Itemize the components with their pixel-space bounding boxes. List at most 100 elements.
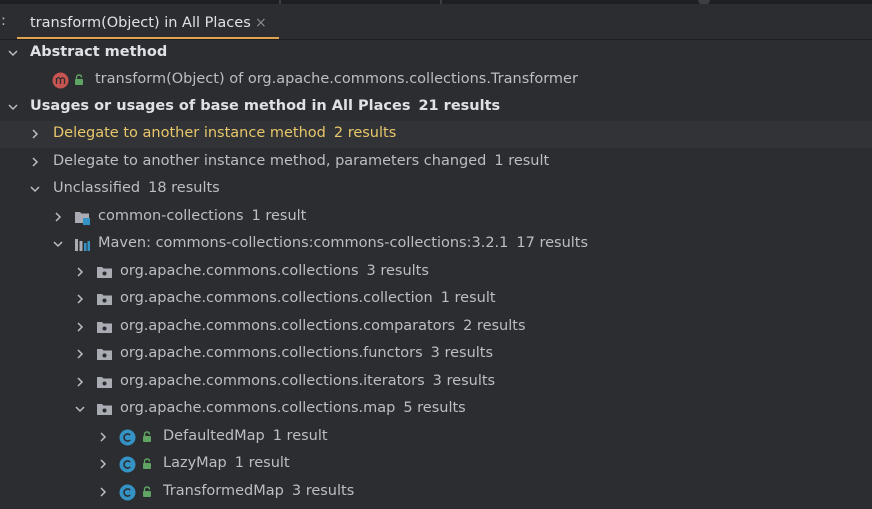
result-count: 1 result [440, 290, 496, 306]
tree-node-label: org.apache.commons.collections 3 results [120, 263, 429, 279]
class-icon [119, 484, 136, 501]
chevron-right-icon[interactable] [52, 211, 64, 223]
tree-node-unclassified[interactable]: Unclassified 18 results [0, 176, 872, 203]
tree-node-text: org.apache.commons.collections.iterators [120, 373, 425, 389]
tab-find-usages[interactable]: transform(Object) in All Places × [17, 8, 279, 39]
tree-node-package[interactable]: org.apache.commons.collections.functors 3… [0, 341, 872, 368]
package-folder-icon [96, 264, 113, 281]
class-icon [119, 456, 136, 473]
tab-label: transform(Object) in All Places [30, 15, 251, 31]
tab-active-indicator [17, 37, 279, 39]
tree-node-label: LazyMap 1 result [163, 455, 290, 471]
tree-node-abstract-item[interactable]: transform(Object) of org.apache.commons.… [0, 67, 872, 94]
tree-node-text: org.apache.commons.collections [120, 263, 359, 279]
package-folder-icon [96, 374, 113, 391]
class-icon [119, 429, 136, 446]
tree-node-text: LazyMap [163, 455, 227, 471]
tree-node-text: Maven: commons-collections:commons-colle… [98, 235, 509, 251]
result-count: 18 results [148, 180, 220, 196]
chevron-right-icon[interactable] [29, 156, 41, 168]
tree-node-text: DefaultedMap [163, 428, 265, 444]
tree-node-label: Abstract method [30, 44, 168, 60]
chevron-right-icon[interactable] [74, 348, 86, 360]
result-count: 1 result [272, 428, 328, 444]
tree-node-usages[interactable]: Usages or usages of base method in All P… [0, 94, 872, 121]
result-count: 1 result [494, 153, 550, 169]
tree-node-label: transform(Object) of org.apache.commons.… [95, 71, 578, 87]
chevron-right-icon[interactable] [29, 128, 41, 140]
tree-node-label: Maven: commons-collections:commons-colle… [98, 235, 588, 251]
package-folder-icon [96, 346, 113, 363]
chevron-right-icon[interactable] [97, 458, 109, 470]
tree-node-class[interactable]: DefaultedMap 1 result [0, 424, 872, 451]
result-count: 1 result [251, 208, 307, 224]
result-count: 3 results [366, 263, 429, 279]
tree-node-label: org.apache.commons.collections.map 5 resu… [120, 400, 466, 416]
tree-node-class[interactable]: TransformedMap 3 results [0, 479, 872, 506]
tree-node-label: Delegate to another instance method, par… [53, 153, 549, 169]
tree-node-text: org.apache.commons.collections.comparato… [120, 318, 456, 334]
result-count: 3 results [291, 483, 355, 499]
package-folder-icon [96, 401, 113, 418]
chevron-down-icon[interactable] [52, 238, 64, 250]
package-folder-icon [96, 291, 113, 308]
tree-node-label: Unclassified 18 results [53, 180, 220, 196]
tab-bar-marker: : [1, 13, 6, 29]
result-count: 21 results [418, 98, 501, 114]
chevron-right-icon[interactable] [74, 321, 86, 333]
tree-node-package[interactable]: org.apache.commons.collections.iterators… [0, 369, 872, 396]
result-count: 3 results [430, 345, 494, 361]
tree-node-text: org.apache.commons.collections.functors [120, 345, 423, 361]
tree-node-label: common-collections 1 result [98, 208, 306, 224]
chevron-right-icon[interactable] [74, 266, 86, 278]
lock-icon [74, 74, 84, 86]
chevron-right-icon[interactable] [74, 376, 86, 388]
library-icon [74, 236, 91, 253]
result-count: 17 results [516, 235, 589, 251]
tree-node-package[interactable]: org.apache.commons.collections.map 5 resu… [0, 396, 872, 423]
tree-node-package[interactable]: org.apache.commons.collections.collectio… [0, 286, 872, 313]
chevron-right-icon[interactable] [74, 293, 86, 305]
tree-node-label: TransformedMap 3 results [163, 483, 354, 499]
tree-node-delegate[interactable]: Delegate to another instance method 2 res… [0, 121, 872, 148]
tree-node-label: DefaultedMap 1 result [163, 428, 328, 444]
tree-node-text: common-collections [98, 208, 244, 224]
tab-bar: : transform(Object) in All Places × [0, 4, 872, 40]
chevron-right-icon[interactable] [97, 431, 109, 443]
tree-node-label: Usages or usages of base method in All P… [30, 98, 500, 114]
close-icon[interactable]: × [255, 15, 267, 31]
result-count: 2 results [463, 318, 526, 334]
result-count: 2 results [333, 125, 397, 141]
lock-icon [142, 486, 152, 498]
tree-node-delegate-changed[interactable]: Delegate to another instance method, par… [0, 149, 872, 176]
lock-icon [142, 458, 152, 470]
chevron-down-icon[interactable] [7, 47, 19, 59]
tree-node-label: org.apache.commons.collections.functors 3… [120, 345, 493, 361]
method-icon [52, 72, 69, 89]
tree-node-text: Usages or usages of base method in All P… [30, 98, 411, 114]
result-count: 3 results [432, 373, 496, 389]
chevron-down-icon[interactable] [29, 183, 41, 195]
tree-node-common-collections[interactable]: common-collections 1 result [0, 204, 872, 231]
lock-icon [142, 431, 152, 443]
tree-node-text: Unclassified [53, 180, 141, 196]
result-count: 1 result [234, 455, 290, 471]
module-folder-icon [74, 209, 91, 226]
tree-node-text: Delegate to another instance method [53, 125, 326, 141]
chevron-right-icon[interactable] [97, 486, 109, 498]
tree-node-label: Delegate to another instance method 2 res… [53, 125, 396, 141]
package-folder-icon [96, 319, 113, 336]
chevron-down-icon[interactable] [74, 403, 86, 415]
tree-node-label: org.apache.commons.collections.collectio… [120, 290, 496, 306]
result-count: 5 results [403, 400, 466, 416]
tree-node-maven-library[interactable]: Maven: commons-collections:commons-colle… [0, 231, 872, 258]
tree-node-class[interactable]: LazyMap 1 result [0, 451, 872, 478]
tree-node-label: org.apache.commons.collections.comparato… [120, 318, 526, 334]
tree-node-text: org.apache.commons.collections.collectio… [120, 290, 433, 306]
tree-node-package[interactable]: org.apache.commons.collections 3 results [0, 259, 872, 286]
tree-node-text: Delegate to another instance method, par… [53, 153, 487, 169]
tree-node-label: org.apache.commons.collections.iterators… [120, 373, 495, 389]
tree-node-abstract-method[interactable]: Abstract method [0, 40, 872, 67]
tree-node-package[interactable]: org.apache.commons.collections.comparato… [0, 314, 872, 341]
chevron-down-icon[interactable] [7, 101, 19, 113]
